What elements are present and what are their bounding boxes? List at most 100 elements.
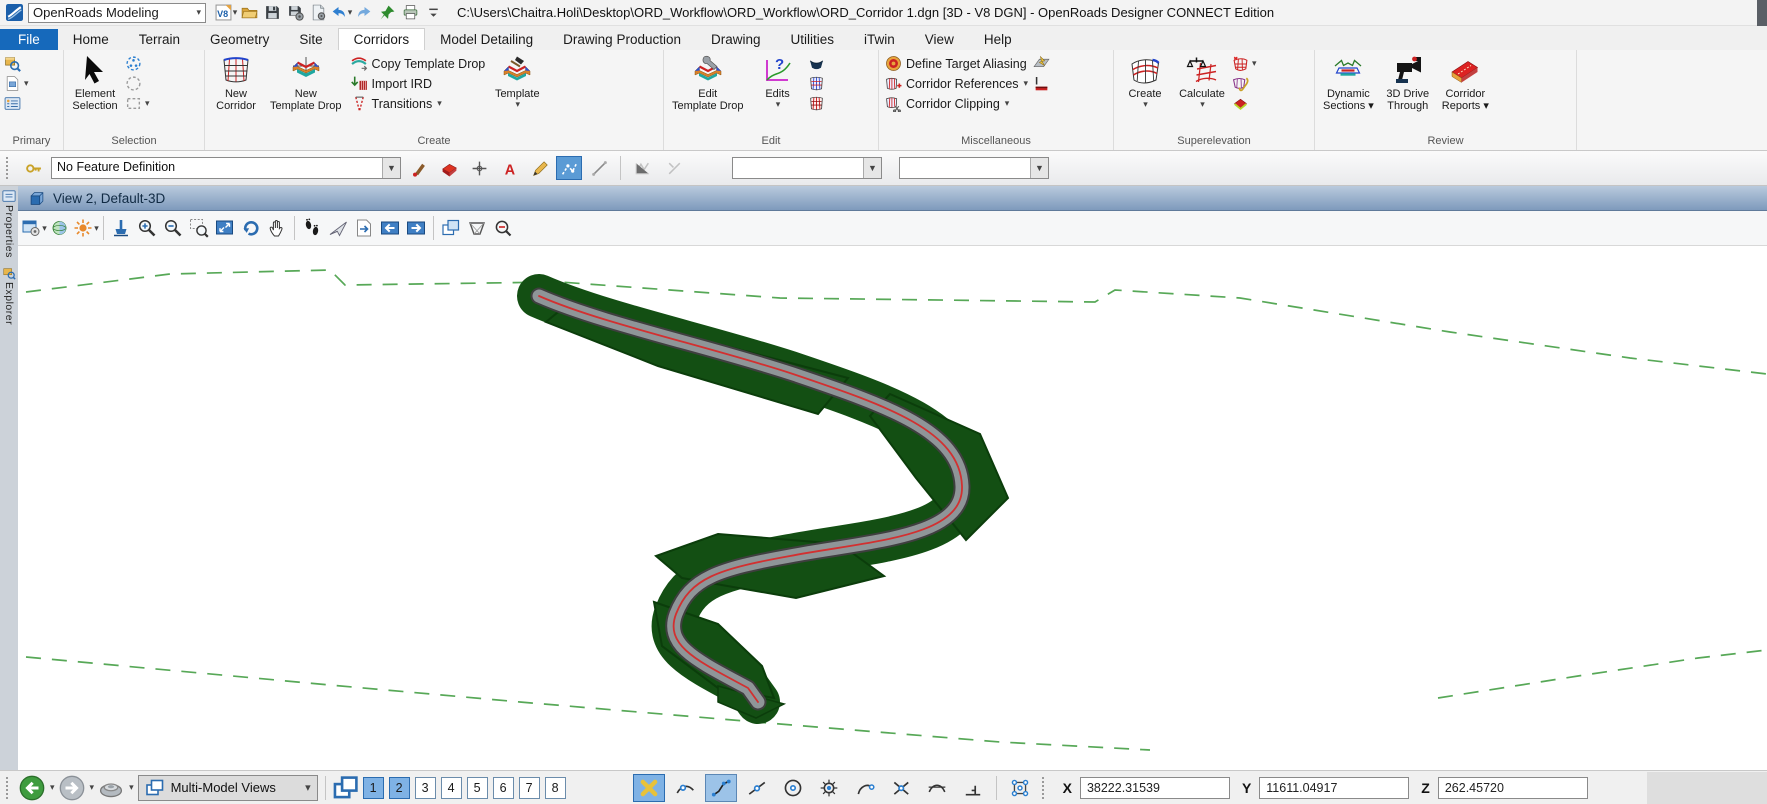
- view-previous-button[interactable]: [378, 216, 402, 240]
- save-settings-button[interactable]: [285, 3, 305, 23]
- zoom-out-button[interactable]: [161, 216, 185, 240]
- view-toggle-4[interactable]: 4: [440, 776, 462, 799]
- chevron-down-icon[interactable]: ▾: [50, 782, 55, 793]
- snap-tangent-button[interactable]: [921, 774, 953, 802]
- pan-button[interactable]: [265, 216, 289, 240]
- v8-mode-button[interactable]: V8 ▾: [215, 3, 237, 23]
- snap-origin-button[interactable]: [813, 774, 845, 802]
- snap-perpendicular-button[interactable]: [957, 774, 989, 802]
- import-ird-button[interactable]: Import IRD: [349, 75, 488, 92]
- select-rect-button[interactable]: ▾: [125, 95, 150, 112]
- copy-template-drop-button[interactable]: Copy Template Drop: [349, 55, 488, 72]
- tab-terrain[interactable]: Terrain: [124, 29, 195, 50]
- import-style-button[interactable]: I: [1033, 75, 1050, 92]
- se-clip-button[interactable]: [1232, 75, 1257, 92]
- corridor-lightning-button[interactable]: [1033, 55, 1050, 72]
- view-title-bar[interactable]: View 2, Default-3D: [18, 186, 1767, 211]
- se-create-button[interactable]: Create ▾: [1118, 53, 1172, 111]
- tab-home[interactable]: Home: [58, 29, 124, 50]
- display-style-button[interactable]: [48, 216, 72, 240]
- tab-model-detailing[interactable]: Model Detailing: [425, 29, 548, 50]
- tab-site[interactable]: Site: [284, 29, 337, 50]
- walk-button[interactable]: [300, 216, 324, 240]
- view-toggle-8[interactable]: 8: [544, 776, 566, 799]
- view-toggle-6[interactable]: 6: [492, 776, 514, 799]
- corridor-clipping-button[interactable]: Corridor Clipping ▾: [883, 95, 1030, 112]
- feature-lock-icon[interactable]: [20, 156, 46, 180]
- draw-pencil-button[interactable]: [526, 156, 552, 180]
- template-button[interactable]: Template ▾: [490, 53, 544, 111]
- apply-display-button[interactable]: [109, 216, 133, 240]
- snap-intersection-button[interactable]: [885, 774, 917, 802]
- attach-tools-button[interactable]: ▾: [4, 75, 29, 92]
- snap-midpoint-button[interactable]: [741, 774, 773, 802]
- view-toggle-3[interactable]: 3: [414, 776, 436, 799]
- tab-utilities[interactable]: Utilities: [776, 29, 850, 50]
- tab-itwin[interactable]: iTwin: [849, 29, 910, 50]
- snap-bisector-button[interactable]: [849, 774, 881, 802]
- drawing-canvas[interactable]: [18, 246, 1767, 770]
- window-area-button[interactable]: [187, 216, 211, 240]
- feature-definition-combo[interactable]: No Feature Definition ▼: [51, 157, 401, 179]
- tab-drawing[interactable]: Drawing: [696, 29, 776, 50]
- edits-button[interactable]: ? Edits ▾: [751, 53, 805, 111]
- match-properties-button[interactable]: [406, 156, 432, 180]
- secondary-combo-1[interactable]: ▼: [732, 157, 882, 179]
- fit-view-button[interactable]: [213, 216, 237, 240]
- dock-tab-explorer[interactable]: Explorer: [2, 266, 16, 325]
- tab-geometry[interactable]: Geometry: [195, 29, 284, 50]
- element-selection-button[interactable]: Element Selection: [68, 53, 122, 113]
- dock-tab-properties[interactable]: Properties: [2, 189, 16, 258]
- chevron-down-icon[interactable]: ▼: [382, 158, 400, 178]
- overlay-button[interactable]: [808, 55, 825, 72]
- zoom-in-button[interactable]: [135, 216, 159, 240]
- tab-help[interactable]: Help: [969, 29, 1027, 50]
- multi-window-button[interactable]: [333, 775, 359, 801]
- chevron-down-icon[interactable]: ▼: [863, 158, 881, 178]
- snap-nearest-button[interactable]: [669, 774, 701, 802]
- dynamic-sections-button[interactable]: Dynamic Sections ▾: [1319, 53, 1378, 113]
- redo-button[interactable]: [354, 3, 374, 23]
- drive-through-button[interactable]: 3D Drive Through: [1381, 53, 1435, 113]
- x-coordinate-field[interactable]: 38222.31539: [1079, 776, 1230, 799]
- view-toggle-1[interactable]: 1: [362, 776, 384, 799]
- new-template-drop-button[interactable]: New Template Drop: [266, 53, 346, 113]
- toolbar-options-button[interactable]: [423, 3, 443, 23]
- create-surface-button[interactable]: [436, 156, 462, 180]
- selection-set-button[interactable]: [1004, 774, 1036, 802]
- new-corridor-button[interactable]: New Corridor: [209, 53, 263, 113]
- undo-button[interactable]: ▾: [331, 3, 352, 23]
- civil-accudraw-button[interactable]: [466, 156, 492, 180]
- secondary-combo-2[interactable]: ▼: [899, 157, 1049, 179]
- transitions-button[interactable]: Transitions ▾: [349, 95, 488, 112]
- se-grid-button[interactable]: ▾: [1232, 55, 1257, 72]
- tab-corridors[interactable]: Corridors: [337, 28, 426, 50]
- snap-keypoint-button[interactable]: [704, 773, 737, 802]
- view-next-button[interactable]: [404, 216, 428, 240]
- select-circle-button[interactable]: [125, 75, 150, 92]
- document-settings-button[interactable]: [308, 3, 328, 23]
- annotate-button[interactable]: A: [496, 156, 522, 180]
- copy-view-button[interactable]: [439, 216, 463, 240]
- define-target-aliasing-button[interactable]: Define Target Aliasing: [883, 55, 1030, 72]
- view-attributes-button[interactable]: ▾: [22, 216, 47, 240]
- brightness-button[interactable]: ▾: [74, 216, 99, 240]
- clip-mask-button[interactable]: [491, 216, 515, 240]
- corridor-red-button[interactable]: [808, 95, 825, 112]
- properties-button[interactable]: [4, 95, 29, 112]
- history-button[interactable]: [98, 775, 124, 801]
- workflow-selector[interactable]: OpenRoads Modeling ▾: [28, 2, 206, 23]
- persist-snaps-button[interactable]: [556, 156, 582, 180]
- corridor-references-button[interactable]: Corridor References ▾: [883, 75, 1030, 92]
- view-toggle-7[interactable]: 7: [518, 776, 540, 799]
- clip-volume-button[interactable]: [465, 216, 489, 240]
- se-lane-button[interactable]: [1232, 95, 1257, 112]
- back-button[interactable]: [19, 775, 45, 801]
- snap-center-button[interactable]: [777, 774, 809, 802]
- corridor-reports-button[interactable]: Corridor Reports ▾: [1438, 53, 1493, 113]
- explorer-button[interactable]: [4, 55, 29, 72]
- forward-button[interactable]: [59, 775, 85, 801]
- chevron-down-icon[interactable]: ▾: [129, 782, 134, 793]
- chevron-down-icon[interactable]: ▼: [1030, 158, 1048, 178]
- save-button[interactable]: [262, 3, 282, 23]
